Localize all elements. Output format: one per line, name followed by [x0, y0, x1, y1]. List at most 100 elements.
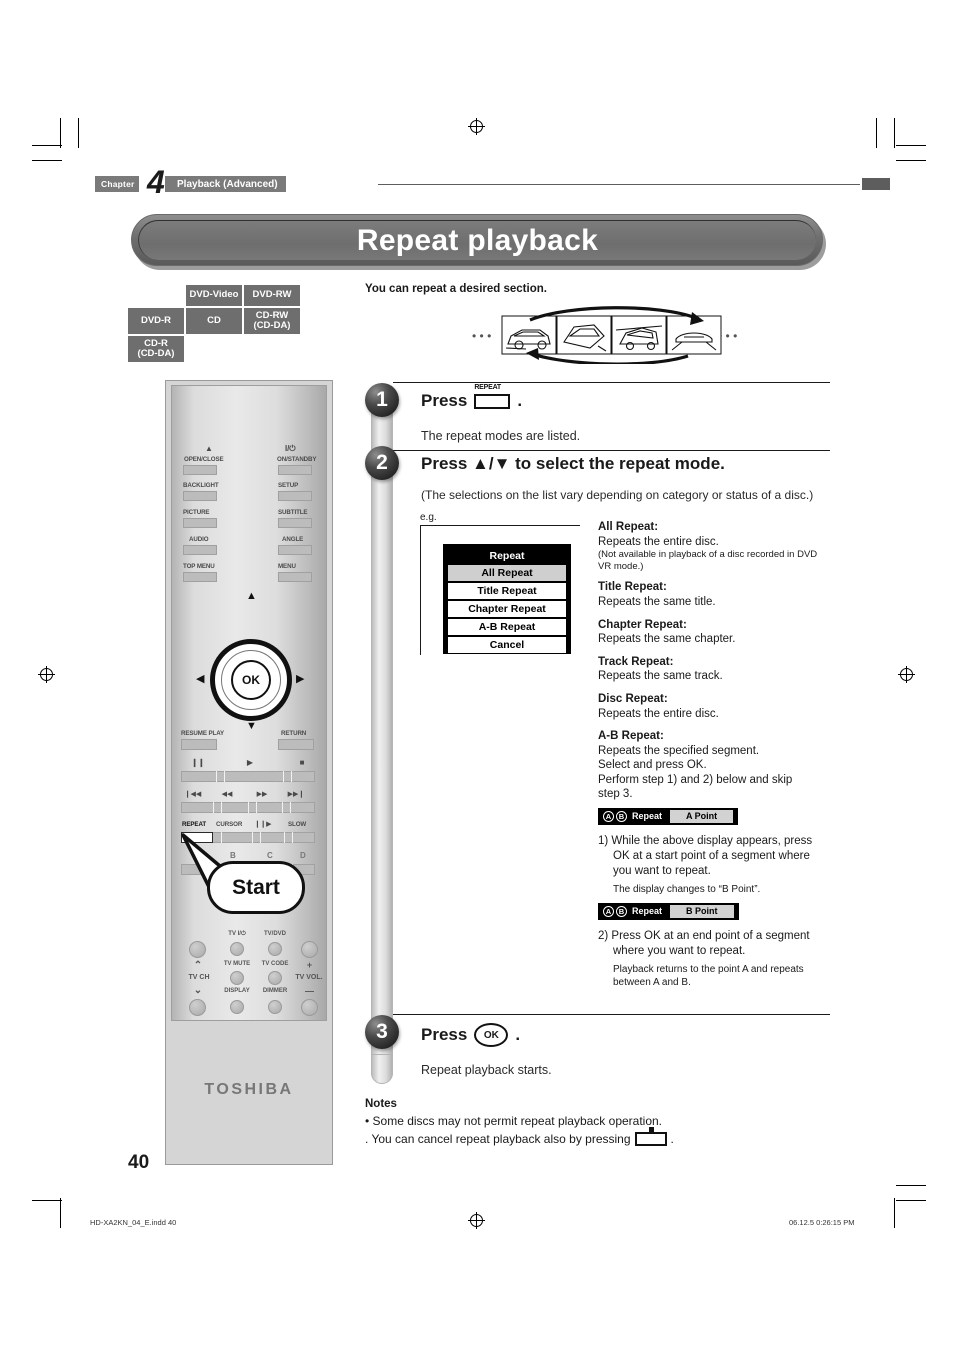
chevron-down-icon: ⌄: [193, 985, 203, 996]
mode-track-repeat-desc: Repeats the same track.: [598, 670, 723, 683]
note-item-2-text: . You can cancel repeat playback also by…: [365, 1132, 631, 1146]
button-backlight[interactable]: [183, 491, 217, 501]
registration-mark-right: [898, 666, 915, 683]
repeat-key-label: REPEAT: [474, 383, 502, 391]
banner-inner: Repeat playback: [138, 220, 816, 260]
osd-item-cancel[interactable]: Cancel: [448, 637, 566, 653]
mode-disc-repeat-desc: Repeats the entire disc.: [598, 707, 719, 720]
crop-mark-br-v: [894, 1198, 895, 1228]
button-top-menu[interactable]: [183, 572, 217, 582]
eject-icon: ▲: [205, 444, 213, 453]
button-display[interactable]: [230, 1000, 244, 1014]
transport-strip-1[interactable]: [181, 771, 315, 782]
button-setup[interactable]: [278, 491, 312, 501]
step-1-heading: Press REPEAT .: [421, 384, 522, 411]
ab-bar-a-circle-a: A: [603, 811, 614, 823]
crop-mark-tl-h: [32, 145, 62, 146]
mode-track-repeat: Track Repeat: Repeats the same track.: [598, 655, 828, 684]
registration-mark-top: [468, 118, 485, 135]
ab-status-bar-a: A B Repeat A Point: [598, 808, 739, 826]
button-menu[interactable]: [278, 572, 312, 582]
intro-text: You can repeat a desired section.: [365, 283, 547, 295]
label-backlight: BACKLIGHT: [183, 482, 219, 489]
cursor-up-icon[interactable]: ▲: [246, 590, 257, 602]
repeat-mode-descriptions: All Repeat: Repeats the entire disc. (No…: [598, 520, 828, 989]
cursor-down-icon[interactable]: ▼: [246, 720, 257, 732]
osd-item-ab-repeat[interactable]: A-B Repeat: [448, 619, 566, 635]
badge-row-1: DVD-Video DVD-RW: [128, 285, 300, 306]
crop-mark-bl-v: [60, 1198, 61, 1228]
registration-mark-bottom: [468, 1212, 485, 1229]
note-item-1: • Some discs may not permit repeat playb…: [365, 1114, 835, 1128]
button-dimmer[interactable]: [268, 1000, 282, 1014]
button-tv-vol-down[interactable]: [301, 999, 318, 1016]
button-tv-power[interactable]: [230, 942, 244, 956]
section-title-banner: Repeat playback: [131, 214, 826, 270]
mode-title-repeat-term: Title Repeat:: [598, 581, 667, 594]
step-number-2: 2: [365, 446, 399, 480]
button-tv-dvd[interactable]: [268, 942, 282, 956]
crop-mark-tr-h: [896, 145, 926, 146]
osd-item-chapter-repeat[interactable]: Chapter Repeat: [448, 601, 566, 617]
dpad-control[interactable]: OK: [210, 639, 292, 721]
step-rail-cap: [371, 1054, 393, 1084]
cursor-left-icon[interactable]: ◀: [196, 672, 204, 685]
ab-bar-a-point: A Point: [670, 810, 734, 824]
repeat-key-graphic: REPEAT: [474, 384, 511, 409]
chapter-endcap: [862, 178, 890, 190]
stop-icon: ■: [299, 758, 305, 767]
button-on-standby[interactable]: [278, 465, 312, 475]
button-angle[interactable]: [278, 545, 312, 555]
button-tv-vol-up[interactable]: [301, 941, 318, 958]
notes-heading: Notes: [365, 1098, 397, 1110]
chapter-title: Playback (Advanced): [165, 176, 286, 192]
button-return[interactable]: [278, 739, 314, 750]
label-minus: —: [305, 986, 314, 996]
ab-step-2: 2) Press OK at an end point of a segment…: [598, 930, 810, 957]
badge-dvd-r: DVD-R: [128, 308, 184, 334]
ok-button[interactable]: OK: [231, 660, 271, 700]
mode-disc-repeat-term: Disc Repeat:: [598, 692, 668, 705]
button-resume-play[interactable]: [181, 739, 217, 750]
remote-control-illustration: ▲ OPEN/CLOSE I/⏻ ON/STANDBY BACKLIGHT SE…: [165, 380, 333, 1165]
mode-all-repeat-desc: Repeats the entire disc.: [598, 535, 719, 548]
step-3-heading: Press OK .: [421, 1023, 520, 1047]
button-audio[interactable]: [183, 545, 217, 555]
label-tv-power: TV I/⏻: [228, 931, 246, 937]
button-open-close[interactable]: [183, 465, 217, 475]
crop-mark-tr-v: [876, 118, 877, 148]
badge-dvd-video: DVD-Video: [186, 285, 242, 306]
page-number: 40: [128, 1152, 150, 1173]
button-tv-code[interactable]: [268, 971, 282, 985]
button-tv-ch-up[interactable]: [189, 941, 206, 958]
button-subtitle[interactable]: [278, 518, 312, 528]
notes-section: Notes • Some discs may not permit repeat…: [365, 1098, 835, 1146]
ab-status-bar-b: A B Repeat B Point: [598, 902, 739, 921]
crop-mark-tr-v2: [894, 118, 895, 148]
button-tv-mute[interactable]: [230, 971, 244, 985]
button-picture[interactable]: [183, 518, 217, 528]
mode-all-repeat-note: (Not available in playback of a disc rec…: [598, 549, 818, 572]
start-callout: Start: [175, 833, 305, 918]
skip-previous-icon: ❙◀◀: [184, 791, 202, 798]
label-tv-dvd: TV/DVD: [263, 931, 286, 937]
chevron-up-icon: ⌃: [193, 960, 203, 971]
badge-dvd-rw: DVD-RW: [244, 285, 300, 306]
mode-track-repeat-term: Track Repeat:: [598, 655, 674, 668]
mode-ab-repeat-line2: Select and press OK.: [598, 759, 707, 772]
osd-menu-title: Repeat: [489, 550, 525, 562]
osd-item-all-repeat[interactable]: All Repeat: [448, 565, 566, 581]
cursor-right-icon[interactable]: ▶: [296, 672, 304, 685]
step-1-sub: The repeat modes are listed.: [421, 429, 581, 443]
ab-bar-b-point: B Point: [670, 904, 734, 919]
crop-mark-br-h2: [896, 1185, 926, 1186]
osd-item-title-repeat[interactable]: Title Repeat: [448, 583, 566, 599]
rule-step-2-top: [393, 450, 830, 451]
mode-disc-repeat: Disc Repeat: Repeats the entire disc.: [598, 692, 828, 721]
label-menu: MENU: [278, 563, 296, 570]
badge-row-3: CD-R (CD-DA): [128, 336, 300, 362]
step-3-heading-period: .: [515, 1025, 521, 1044]
ab-step-2-note: Playback returns to the point A and repe…: [613, 964, 804, 988]
button-tv-ch-down[interactable]: [189, 999, 206, 1016]
mode-title-repeat: Title Repeat: Repeats the same title.: [598, 580, 828, 609]
